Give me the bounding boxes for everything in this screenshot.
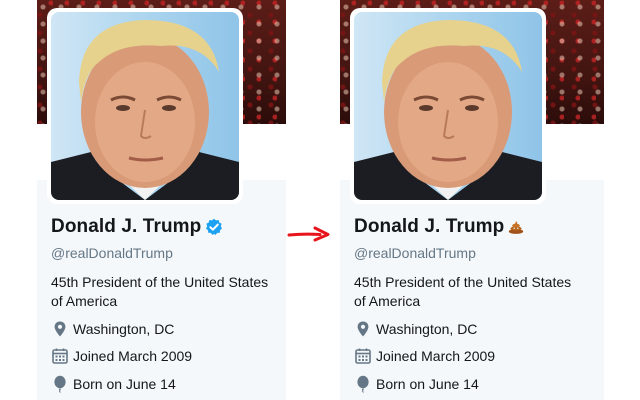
location-row: Washington, DC xyxy=(51,320,174,338)
location-row: Washington, DC xyxy=(354,320,477,338)
profile-card-modified: Donald J. Trump @realDonaldTrump 45th Pr… xyxy=(340,0,604,400)
profile-name[interactable]: Donald J. Trump xyxy=(354,216,504,238)
location-text: Washington, DC xyxy=(376,321,478,337)
joined-text: Joined March 2009 xyxy=(73,348,193,364)
avatar[interactable] xyxy=(350,8,546,204)
profile-name-row: Donald J. Trump xyxy=(354,216,524,238)
calendar-icon xyxy=(354,347,372,365)
birthday-row: Born on June 14 xyxy=(354,375,479,393)
profile-card-original: Donald J. Trump @realDonaldTrump 45th Pr… xyxy=(37,0,286,400)
joined-text: Joined March 2009 xyxy=(376,348,496,364)
balloon-icon xyxy=(51,375,69,393)
profile-name-row: Donald J. Trump xyxy=(51,216,223,238)
location-text: Washington, DC xyxy=(73,321,175,337)
profile-name[interactable]: Donald J. Trump xyxy=(51,216,201,238)
avatar[interactable] xyxy=(47,8,243,204)
joined-row: Joined March 2009 xyxy=(354,347,495,365)
profile-handle[interactable]: @realDonaldTrump xyxy=(354,245,476,261)
profile-bio: 45th President of the United States of A… xyxy=(51,274,269,309)
birthday-row: Born on June 14 xyxy=(51,375,176,393)
right-arrow-icon xyxy=(286,224,334,244)
profile-handle[interactable]: @realDonaldTrump xyxy=(51,245,173,261)
balloon-icon xyxy=(354,375,372,393)
calendar-icon xyxy=(51,347,69,365)
location-pin-icon xyxy=(354,320,372,338)
poop-emoji-icon xyxy=(508,220,524,234)
joined-row: Joined March 2009 xyxy=(51,347,192,365)
verified-badge-icon xyxy=(205,218,223,236)
born-text: Born on June 14 xyxy=(376,376,479,392)
profile-bio: 45th President of the United States of A… xyxy=(354,274,572,309)
location-pin-icon xyxy=(51,320,69,338)
born-text: Born on June 14 xyxy=(73,376,176,392)
avatar-photo xyxy=(354,12,542,200)
avatar-photo xyxy=(51,12,239,200)
